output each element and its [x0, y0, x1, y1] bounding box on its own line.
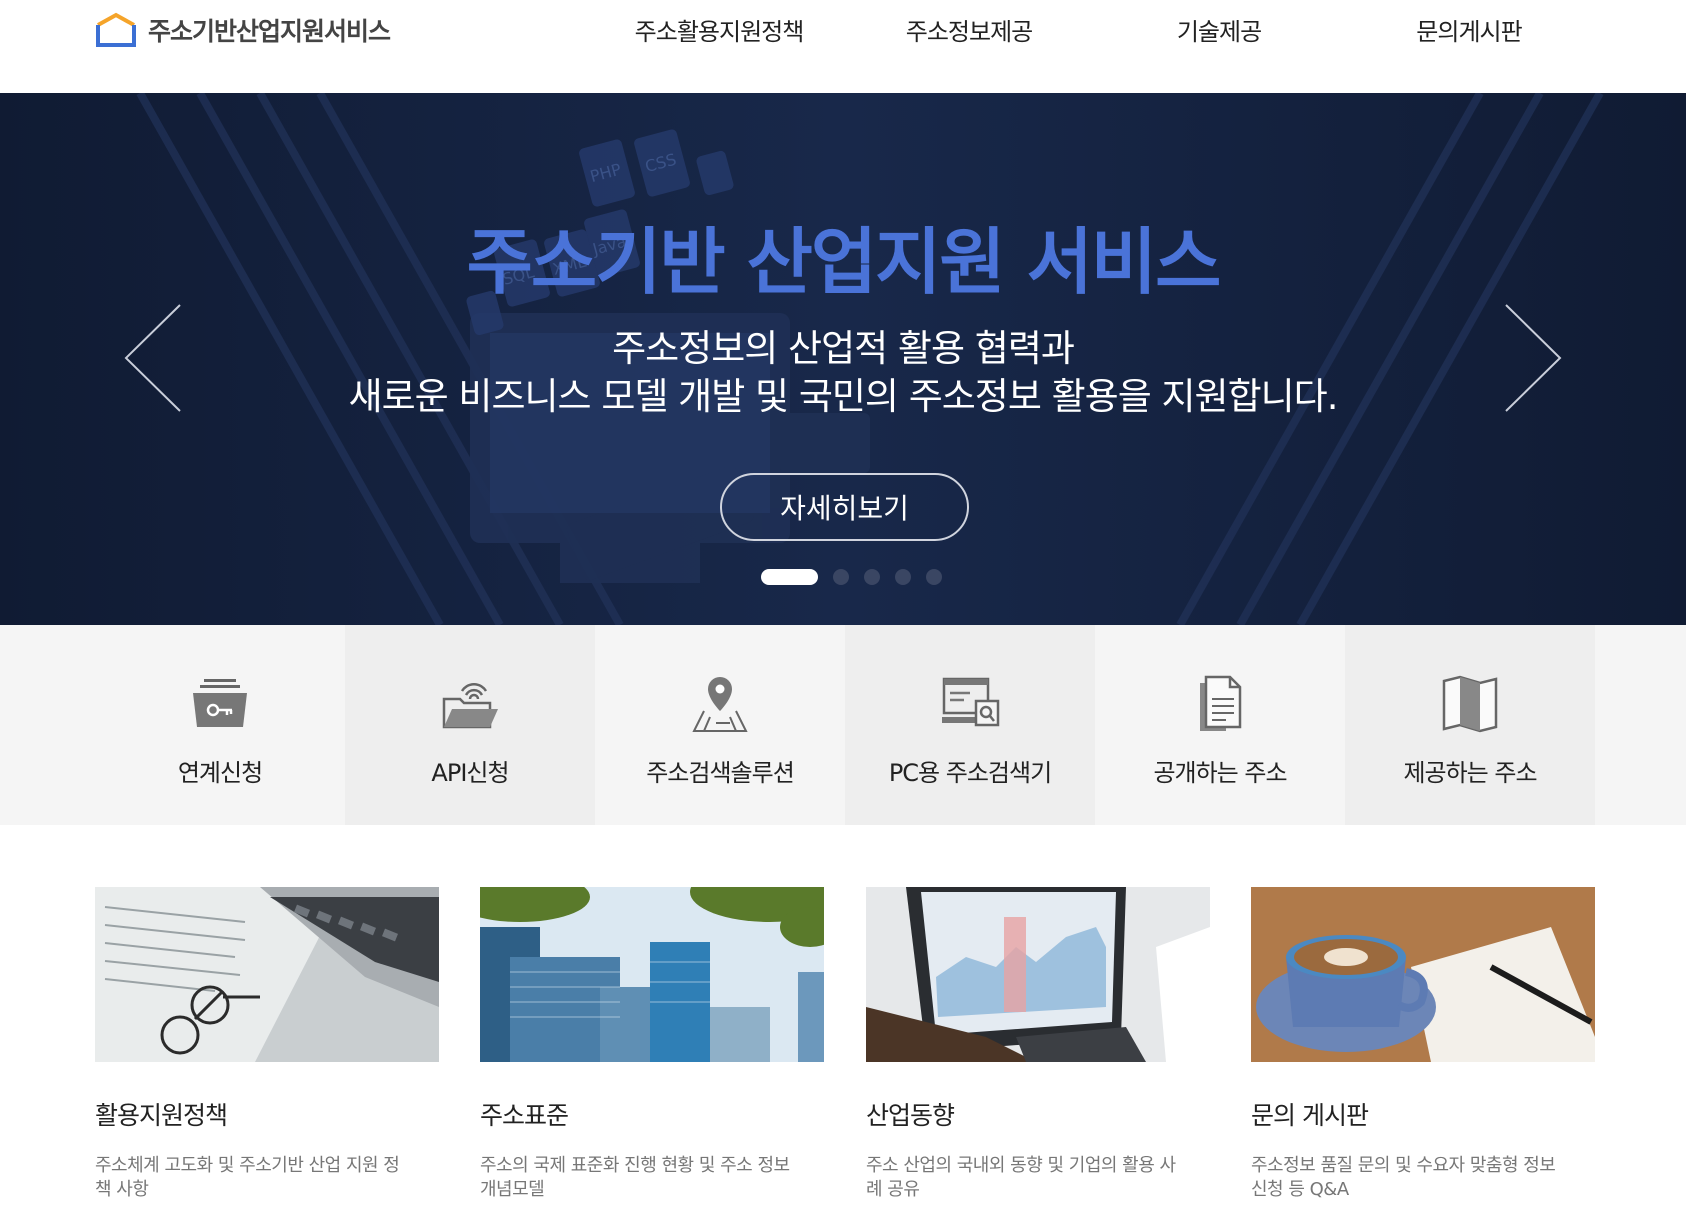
hero-title: 주소기반 산업지원 서비스 [466, 220, 1222, 304]
nav-item-policy[interactable]: 주소활용지원정책 [635, 12, 805, 47]
quick-item-label: 주소검색솔루션 [646, 759, 795, 787]
chevron-left-icon[interactable] [122, 303, 202, 413]
slide-dot-5[interactable] [926, 569, 942, 585]
nav-item-board[interactable]: 문의게시판 [1416, 12, 1522, 47]
card-title: 주소표준 [480, 1101, 569, 1130]
quick-item-provided-address[interactable]: 제공하는 주소 [1345, 625, 1595, 825]
slide-dot-2[interactable] [833, 569, 849, 585]
laptop-glasses-photo [95, 887, 439, 1062]
quick-item-search-solution[interactable]: 주소검색솔루션 [595, 625, 845, 825]
pc-search-icon [942, 677, 1000, 727]
city-buildings-photo [480, 887, 824, 1062]
hero-subtitle-line-2: 새로운 비즈니스 모델 개발 및 국민의 주소정보 활용을 지원합니다. [348, 375, 1339, 418]
coffee-notebook-photo [1251, 887, 1595, 1062]
map-icon [1442, 675, 1498, 733]
quick-item-label: 제공하는 주소 [1403, 759, 1537, 787]
quick-item-label: 공개하는 주소 [1153, 759, 1287, 787]
folder-wifi-icon [442, 682, 498, 729]
laptop-chart-photo [866, 887, 1210, 1062]
slide-dot-4[interactable] [895, 569, 911, 585]
hero-banner: PHP CSS SQL XML Java 주소기반 산업지원 서비스 주소정보의… [0, 93, 1686, 625]
quick-item-label: PC용 주소검색기 [888, 759, 1052, 787]
slide-dot-3[interactable] [864, 569, 880, 585]
card-address-standard[interactable]: 주소표준 주소의 국제 표준화 진행 현황 및 주소 정보 개념모델 [480, 887, 824, 1202]
card-description: 주소정보 품질 문의 및 수요자 맞춤형 정보 신청 등 Q&A [1251, 1155, 1556, 1200]
folder-key-icon [193, 679, 247, 727]
map-pin-icon [692, 677, 748, 732]
slide-indicators [0, 569, 1686, 585]
site-header: 주소기반산업지원서비스 주소활용지원정책 주소정보제공 기술제공 문의게시판 [0, 0, 1686, 93]
quick-item-label: 연계신청 [177, 759, 263, 787]
card-description: 주소체계 고도화 및 주소기반 산업 지원 정책 사항 [95, 1155, 400, 1200]
nav-item-address-info[interactable]: 주소정보제공 [906, 12, 1033, 47]
chevron-right-icon[interactable] [1484, 303, 1564, 413]
card-title: 활용지원정책 [95, 1101, 228, 1130]
card-qna-board[interactable]: 문의 게시판 주소정보 품질 문의 및 수요자 맞춤형 정보 신청 등 Q&A [1251, 887, 1595, 1202]
quick-item-label: API신청 [431, 759, 509, 787]
card-description: 주소의 국제 표준화 진행 현황 및 주소 정보 개념모델 [480, 1155, 790, 1200]
card-policy[interactable]: 활용지원정책 주소체계 고도화 및 주소기반 산업 지원 정책 사항 [95, 887, 439, 1202]
quick-item-pc-search[interactable]: PC용 주소검색기 [845, 625, 1095, 825]
slide-dot-1[interactable] [761, 569, 818, 585]
quick-item-api-request[interactable]: API신청 [345, 625, 595, 825]
quick-item-link-request[interactable]: 연계신청 [95, 625, 345, 825]
card-title: 산업동향 [866, 1101, 955, 1130]
hero-subtitle-line-1: 주소정보의 산업적 활용 협력과 [612, 327, 1075, 370]
nav-item-technology[interactable]: 기술제공 [1177, 12, 1262, 47]
card-title: 문의 게시판 [1251, 1101, 1369, 1130]
view-details-button[interactable]: 자세히보기 [720, 473, 969, 541]
main-nav: 주소활용지원정책 주소정보제공 기술제공 문의게시판 [0, 12, 1686, 46]
document-icon [1200, 675, 1242, 731]
card-description: 주소 산업의 국내외 동향 및 기업의 활용 사례 공유 [866, 1155, 1176, 1200]
card-industry-trends[interactable]: 산업동향 주소 산업의 국내외 동향 및 기업의 활용 사례 공유 [866, 887, 1210, 1202]
quick-item-public-address[interactable]: 공개하는 주소 [1095, 625, 1345, 825]
quick-menu: 연계신청 API신청 주소검색솔루션 PC용 주소검색기 공개하는 주소 제공하… [0, 625, 1686, 825]
